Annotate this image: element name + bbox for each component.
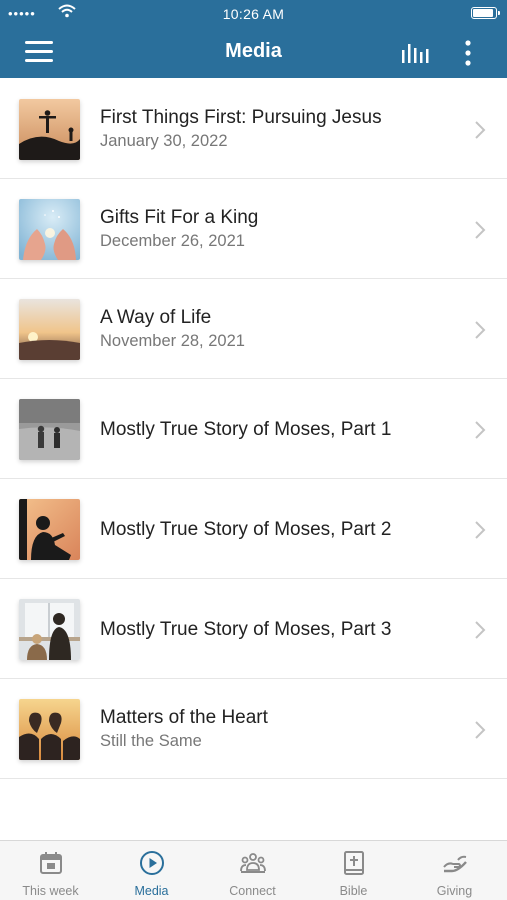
media-list: First Things First: Pursuing Jesus Janua… [0, 79, 507, 779]
chevron-right-icon [475, 321, 486, 339]
media-thumbnail [19, 199, 80, 260]
media-title: First Things First: Pursuing Jesus [100, 107, 382, 128]
tab-this-week[interactable]: This week [0, 841, 101, 900]
media-title: Mostly True Story of Moses, Part 3 [100, 619, 392, 640]
status-bar: ••••• 10:26 AM [0, 0, 507, 28]
media-list-item[interactable]: Matters of the Heart Still the Same [0, 679, 507, 779]
tab-label: Connect [229, 884, 276, 898]
media-list-item[interactable]: Gifts Fit For a King December 26, 2021 [0, 179, 507, 279]
bible-icon [344, 851, 364, 875]
tab-bible[interactable]: Bible [303, 841, 404, 900]
chevron-right-icon [475, 721, 486, 739]
giving-hand-icon [443, 855, 467, 873]
media-subtitle: December 26, 2021 [100, 232, 245, 250]
chevron-right-icon [475, 521, 486, 539]
tab-label: Giving [436, 884, 473, 898]
tab-label: Bible [339, 884, 368, 898]
tab-media[interactable]: Media [101, 841, 202, 900]
media-list-item[interactable]: Mostly True Story of Moses, Part 3 [0, 579, 507, 679]
media-list-item[interactable]: Mostly True Story of Moses, Part 2 [0, 479, 507, 579]
calendar-icon [40, 852, 62, 874]
bottom-tab-bar: This week Media Connect Bible Giving [0, 840, 507, 900]
status-time: 10:26 AM [222, 6, 285, 22]
media-title: A Way of Life [100, 307, 212, 328]
more-options-icon[interactable] [458, 39, 478, 67]
media-subtitle: November 28, 2021 [100, 332, 245, 350]
chevron-right-icon [475, 621, 486, 639]
media-subtitle: Still the Same [100, 732, 202, 750]
audio-levels-icon[interactable] [399, 40, 431, 66]
chevron-right-icon [475, 121, 486, 139]
media-list-item[interactable]: A Way of Life November 28, 2021 [0, 279, 507, 379]
media-subtitle: January 30, 2022 [100, 132, 228, 150]
tab-label: This week [22, 884, 79, 898]
media-thumbnail [19, 499, 80, 560]
media-list-item[interactable]: First Things First: Pursuing Jesus Janua… [0, 79, 507, 179]
media-list-item[interactable]: Mostly True Story of Moses, Part 1 [0, 379, 507, 479]
media-title: Mostly True Story of Moses, Part 2 [100, 519, 392, 540]
media-thumbnail [19, 399, 80, 460]
battery-icon [471, 7, 500, 19]
media-thumbnail [19, 699, 80, 760]
tab-giving[interactable]: Giving [404, 841, 505, 900]
media-thumbnail [19, 599, 80, 660]
media-title: Gifts Fit For a King [100, 207, 259, 228]
tab-label: Media [134, 884, 169, 898]
people-icon [240, 853, 266, 873]
media-title: Mostly True Story of Moses, Part 1 [100, 419, 392, 440]
play-circle-icon [140, 851, 164, 875]
header-bar: Media [0, 28, 507, 78]
media-thumbnail [19, 99, 80, 160]
chevron-right-icon [475, 421, 486, 439]
media-title: Matters of the Heart [100, 707, 268, 728]
media-thumbnail [19, 299, 80, 360]
chevron-right-icon [475, 221, 486, 239]
tab-connect[interactable]: Connect [202, 841, 303, 900]
